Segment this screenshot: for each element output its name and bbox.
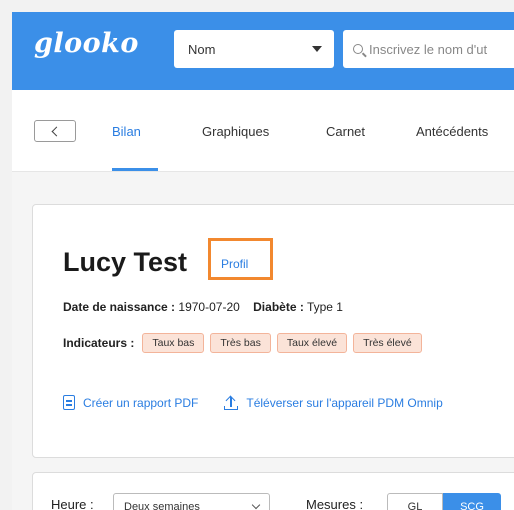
back-button[interactable] [34,120,76,142]
diabetes-label: Diabète : [253,300,304,314]
indicators-row: Indicateurs : Taux bas Très bas Taux éle… [63,333,428,353]
upload-icon [224,395,239,410]
tab-bilan[interactable]: Bilan [112,124,141,139]
filter-bar: Heure : Deux semaines Mesures : GL SCG [32,472,514,510]
dob-label: Date de naissance : [63,300,176,314]
search-type-select[interactable]: Nom [174,30,334,68]
flag-tres-bas: Très bas [210,333,271,353]
patient-name: Lucy Test [63,247,188,277]
profile-link[interactable]: Profil [221,257,248,271]
tab-bar: Bilan Graphiques Carnet Antécédents [12,90,514,172]
actions-row: Créer un rapport PDF Téléverser sur l'ap… [63,395,443,410]
main-content: Lucy Test Profil Date de naissance : 197… [12,172,514,510]
caret-down-icon [312,46,322,52]
create-pdf-link[interactable]: Créer un rapport PDF [83,396,198,410]
period-value: Deux semaines [124,501,200,510]
flag-taux-eleve: Taux élevé [276,333,348,353]
tab-carnet[interactable]: Carnet [326,124,365,139]
chevron-down-icon [251,500,261,510]
dob-value: 1970-07-20 [178,300,240,314]
search-placeholder: Inscrivez le nom d'ut [369,41,488,57]
period-select[interactable]: Deux semaines [113,493,270,510]
tab-antecedents[interactable]: Antécédents [416,124,488,139]
measure-gl-button[interactable]: GL [387,493,443,510]
flag-tres-eleve: Très élevé [353,333,422,353]
indicators-label: Indicateurs : [63,336,135,350]
patient-card: Lucy Test Profil Date de naissance : 197… [32,204,514,458]
time-label: Heure : [51,497,94,510]
diabetes-value: Type 1 [306,300,343,314]
patient-search-input[interactable]: Inscrivez le nom d'ut [343,30,514,68]
document-icon [63,395,75,410]
chevron-left-icon [51,126,62,136]
flag-taux-bas: Taux bas [142,333,205,353]
measure-scg-button[interactable]: SCG [443,493,501,510]
patient-info-row: Date de naissance : 1970-07-20 Diabète :… [63,300,343,314]
measures-label: Mesures : [306,497,364,510]
active-tab-indicator [112,168,158,171]
profile-highlight-box: Profil [208,238,273,280]
tab-graphiques[interactable]: Graphiques [202,124,269,139]
upload-device-link[interactable]: Téléverser sur l'appareil PDM Omnip [246,396,442,410]
search-icon [353,44,363,54]
search-type-value: Nom [188,41,216,57]
glooko-logo[interactable]: glooko [34,28,139,59]
app-window: glooko Nom Inscrivez le nom d'ut Bilan G… [12,12,514,510]
top-header: glooko Nom Inscrivez le nom d'ut [12,12,514,90]
